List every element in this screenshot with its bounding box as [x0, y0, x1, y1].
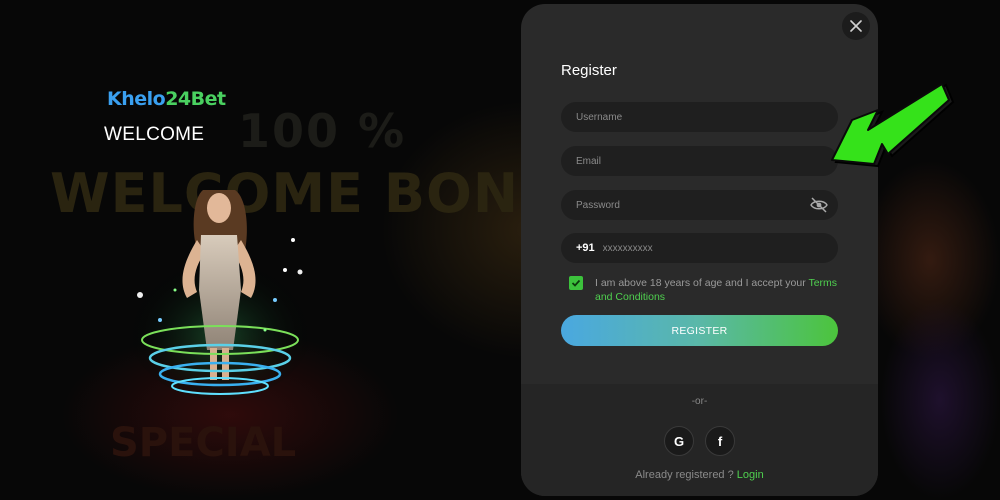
terms-checkbox[interactable]	[569, 276, 583, 290]
email-input[interactable]	[576, 155, 796, 167]
register-modal: Register +91 I am above 18 years of age …	[521, 4, 878, 496]
terms-label: I am above 18 years of age and I accept …	[595, 277, 809, 289]
brand-logo: Khelo24Bet	[107, 88, 226, 110]
already-registered: Already registered ? Login	[521, 469, 878, 481]
close-icon	[850, 20, 862, 32]
eye-off-icon[interactable]	[810, 197, 828, 213]
logo-part2: 24	[165, 88, 191, 110]
username-field-wrapper	[561, 102, 838, 132]
modal-title: Register	[561, 62, 617, 79]
username-input[interactable]	[576, 111, 796, 123]
password-input[interactable]	[576, 199, 796, 211]
facebook-login-button[interactable]: f	[705, 426, 735, 456]
phone-field-wrapper: +91	[561, 233, 838, 263]
register-button[interactable]: REGISTER	[561, 315, 838, 346]
country-code[interactable]: +91	[576, 242, 595, 254]
phone-input[interactable]	[602, 242, 783, 254]
password-field-wrapper	[561, 190, 838, 220]
facebook-icon: f	[717, 433, 723, 449]
arrow-annotation-icon	[831, 83, 955, 168]
logo-part3: Bet	[190, 88, 226, 110]
login-link[interactable]: Login	[737, 469, 764, 481]
welcome-heading: WELCOME	[104, 124, 205, 145]
email-field-wrapper	[561, 146, 838, 176]
hero-illustration	[125, 190, 315, 400]
or-divider: -or-	[691, 396, 708, 407]
close-button[interactable]	[842, 12, 870, 40]
banner-percent: 100 %	[238, 104, 407, 158]
already-text: Already registered ?	[635, 469, 737, 481]
terms-text: I am above 18 years of age and I accept …	[595, 276, 845, 304]
banner-lower-text: SPECIAL	[110, 420, 297, 466]
check-icon	[571, 279, 581, 287]
google-login-button[interactable]: G	[664, 426, 694, 456]
google-icon: G	[673, 433, 685, 449]
logo-part1: Khelo	[107, 88, 166, 110]
banner-glow	[880, 300, 1000, 500]
